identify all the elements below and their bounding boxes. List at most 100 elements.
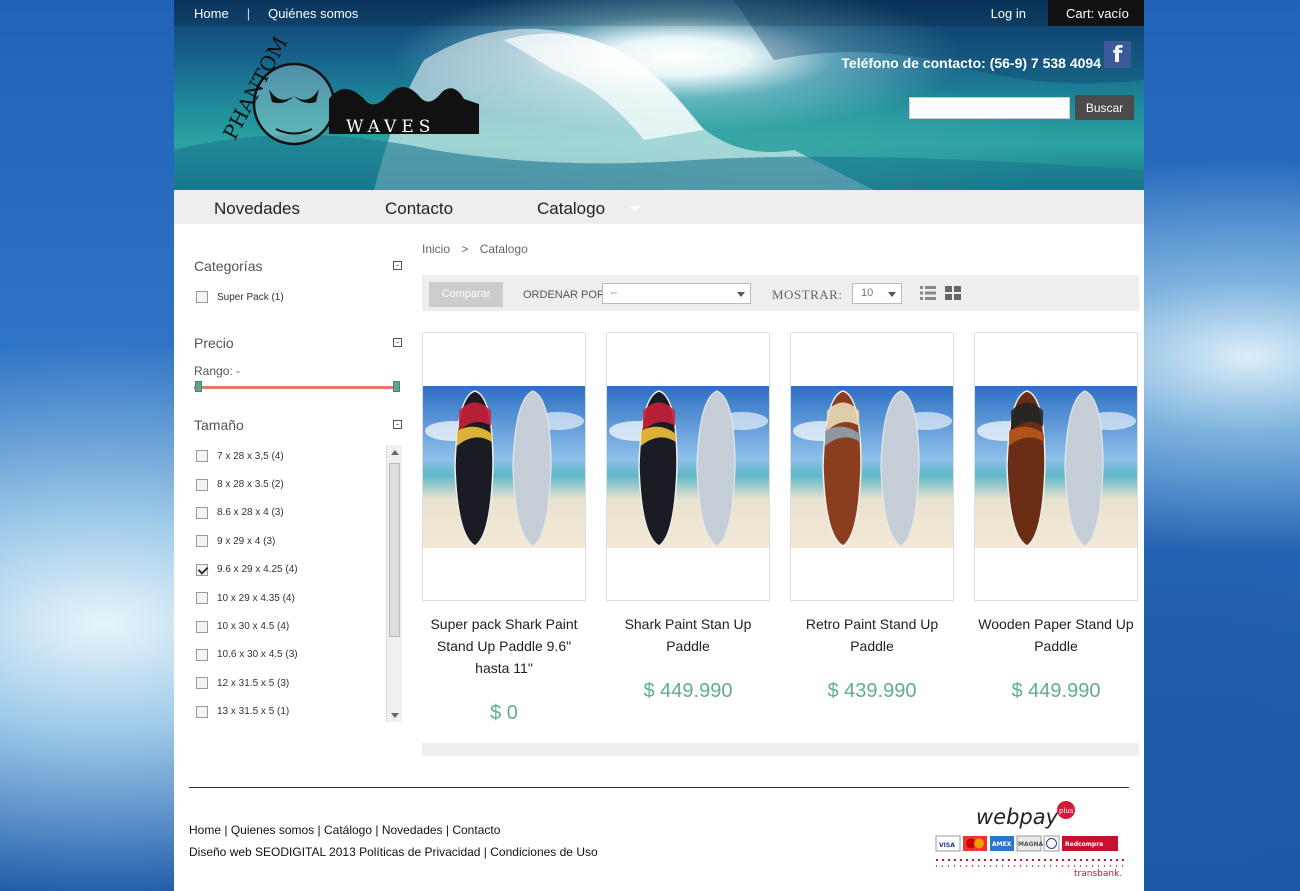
separator: | [372, 823, 382, 837]
footer-link[interactable]: Quienes somos [231, 823, 314, 837]
filter-size-item[interactable]: 10 x 30 x 4.5 (4) [196, 612, 386, 640]
svg-text:VISA: VISA [939, 842, 955, 849]
checkbox[interactable] [196, 705, 208, 718]
site-logo[interactable]: PHANTOM WAVES [214, 32, 484, 159]
filter-size-item[interactable]: 10 x 29 x 4.35 (4) [196, 584, 386, 612]
search-input[interactable] [909, 97, 1070, 119]
svg-text:AMEX: AMEX [992, 841, 1012, 848]
product-photo [791, 386, 953, 548]
product-price: $ 439.990 [827, 680, 917, 702]
facebook-icon[interactable]: f [1104, 41, 1131, 68]
filter-size-scrollbar[interactable] [386, 445, 402, 722]
footer-link[interactable]: Contacto [452, 823, 500, 837]
footer-links: Home | Quienes somos | Catálogo | Noveda… [189, 823, 500, 837]
filter-size-item[interactable]: 9.6 x 29 x 4.25 (4) [196, 556, 386, 584]
product-card[interactable]: Wooden Paper Stand Up Paddle $ 449.990 [974, 332, 1138, 702]
product-image[interactable] [606, 332, 770, 601]
breadcrumb: Inicio > Catalogo [422, 242, 528, 256]
breadcrumb-current: Catalogo [479, 242, 528, 256]
checkbox[interactable] [196, 291, 208, 304]
separator: | [246, 6, 251, 21]
collapse-icon[interactable]: - [393, 261, 402, 270]
footer-link[interactable]: Home [189, 823, 221, 837]
filter-label: 10.6 x 30 x 4.5 (3) [217, 649, 298, 661]
filter-categories-title: Categorías - [194, 258, 402, 274]
product-name[interactable]: Wooden Paper Stand Up Paddle [974, 613, 1138, 657]
price-range-track[interactable] [194, 386, 399, 389]
price-range-max-handle[interactable] [393, 381, 400, 392]
filter-label: 9.6 x 29 x 4.25 (4) [217, 564, 298, 576]
breadcrumb-home[interactable]: Inicio [422, 242, 450, 256]
header: Home | Quiénes somos Log in Cart: vacío … [174, 0, 1144, 190]
product-toolbar: Comparar ORDENAR POR -- MOSTRAR: 10 [422, 275, 1139, 311]
footer-divider [189, 787, 1129, 788]
product-image[interactable] [974, 332, 1138, 601]
filter-label: Super Pack (1) [217, 291, 284, 303]
compare-button[interactable]: Comparar [429, 282, 503, 307]
svg-text:WAVES: WAVES [346, 117, 435, 137]
search-button[interactable]: Buscar [1075, 95, 1134, 120]
filter-label: 12 x 31.5 x 5 (3) [217, 677, 290, 689]
price-range-label: Rango: - [194, 364, 241, 378]
scrollbar-thumb[interactable] [389, 463, 400, 637]
nav-catalogo[interactable]: Catalogo [537, 199, 605, 219]
checkbox[interactable] [196, 478, 208, 491]
product-name[interactable]: Shark Paint Stan Up Paddle [606, 613, 770, 657]
checkbox[interactable] [196, 563, 208, 576]
sort-label: ORDENAR POR [523, 289, 605, 301]
contact-phone: Teléfono de contacto: (56-9) 7 538 4094 [841, 55, 1101, 71]
checkbox[interactable] [196, 648, 208, 661]
checkbox[interactable] [196, 506, 208, 519]
checkbox[interactable] [196, 677, 208, 690]
filter-size-item[interactable]: 8.6 x 28 x 4 (3) [196, 499, 386, 527]
filter-size-title: Tamaño - [194, 417, 402, 433]
filter-category-item[interactable]: Super Pack (1) [196, 283, 284, 311]
top-nav-about-link[interactable]: Quiénes somos [268, 6, 358, 21]
sort-select[interactable]: -- [602, 283, 751, 304]
show-count-select[interactable]: 10 [852, 283, 902, 304]
cart-link[interactable]: Cart: vacío [1048, 0, 1144, 26]
product-card[interactable]: Super pack Shark Paint Stand Up Paddle 9… [422, 332, 586, 724]
footer-credits: Diseño web SEODIGITAL 2013 Políticas de … [189, 845, 598, 859]
product-photo [423, 386, 585, 548]
checkbox[interactable] [196, 620, 208, 633]
filter-size-item[interactable]: 9 x 29 x 4 (3) [196, 527, 386, 555]
product-card[interactable]: Retro Paint Stand Up Paddle $ 439.990 [790, 332, 954, 702]
filter-size-item[interactable]: 13 x 31.5 x 5 (1) [196, 698, 386, 726]
collapse-icon[interactable]: - [393, 420, 402, 429]
product-price: $ 449.990 [643, 680, 733, 702]
price-range-min-handle[interactable] [195, 381, 202, 392]
grid-view-icon[interactable] [945, 286, 961, 300]
svg-text:Redcompra: Redcompra [1065, 841, 1103, 848]
filter-size-item[interactable]: 10.6 x 30 x 4.5 (3) [196, 641, 386, 669]
top-nav: Home | Quiénes somos [194, 6, 358, 21]
chevron-down-icon [737, 292, 745, 297]
svg-text:plus: plus [1059, 807, 1074, 815]
filter-price-title: Precio - [194, 335, 402, 351]
footer-link[interactable]: Novedades [382, 823, 443, 837]
list-view-icon[interactable] [920, 286, 936, 300]
product-image[interactable] [790, 332, 954, 601]
checkbox[interactable] [196, 450, 208, 463]
top-nav-home-link[interactable]: Home [194, 6, 229, 21]
nav-novedades[interactable]: Novedades [214, 199, 300, 219]
filter-size-item[interactable]: 7 x 28 x 3,5 (4) [196, 442, 386, 470]
login-link[interactable]: Log in [991, 6, 1026, 21]
main-nav: Novedades Contacto Catalogo [174, 190, 1144, 224]
collapse-icon[interactable]: - [393, 338, 402, 347]
filter-size-item[interactable]: 12 x 31.5 x 5 (3) [196, 669, 386, 697]
checkbox[interactable] [196, 592, 208, 605]
nav-contacto[interactable]: Contacto [385, 199, 453, 219]
chevron-down-icon [888, 292, 896, 297]
product-card[interactable]: Shark Paint Stan Up Paddle $ 449.990 [606, 332, 770, 702]
chevron-down-icon [630, 206, 640, 211]
filter-size-list: 7 x 28 x 3,5 (4) 8 x 28 x 3.5 (2) 8.6 x 28… [196, 442, 386, 726]
product-image[interactable] [422, 332, 586, 601]
product-name[interactable]: Retro Paint Stand Up Paddle [790, 613, 954, 657]
footer-link[interactable]: Catálogo [324, 823, 372, 837]
product-price: $ 0 [490, 702, 518, 724]
checkbox[interactable] [196, 535, 208, 548]
product-name[interactable]: Super pack Shark Paint Stand Up Paddle 9… [422, 613, 586, 679]
show-count-value: 10 [861, 287, 874, 299]
filter-size-item[interactable]: 8 x 28 x 3.5 (2) [196, 470, 386, 498]
